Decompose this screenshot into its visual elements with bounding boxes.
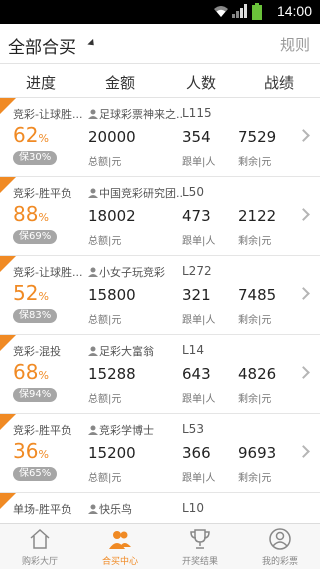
- guarantee-badge: 保30%: [13, 151, 58, 165]
- progress-percent: 36%: [13, 439, 49, 463]
- remaining-amount: 7485: [238, 286, 277, 304]
- person-icon: [88, 346, 98, 356]
- total-amount: 18002: [88, 207, 136, 225]
- remaining-amount: 7529: [238, 128, 277, 146]
- unit-people: 跟单|人: [182, 394, 216, 405]
- user-icon: [269, 528, 291, 550]
- wifi-icon: [214, 6, 228, 17]
- unit-remain: 剩余|元: [238, 315, 272, 326]
- unit-people: 跟单|人: [182, 157, 216, 168]
- lottery-type: 竞彩-胜平负: [13, 187, 72, 200]
- initiator-name[interactable]: 快乐鸟: [88, 501, 182, 517]
- unit-people: 跟单|人: [182, 315, 216, 326]
- rules-button[interactable]: 规则: [280, 34, 310, 55]
- guarantee-badge: 保65%: [13, 467, 58, 481]
- person-icon: [88, 504, 98, 514]
- guarantee-badge: 保83%: [13, 309, 58, 323]
- user-level: L53: [182, 422, 204, 436]
- total-amount: 15800: [88, 286, 136, 304]
- unit-total: 总额|元: [88, 236, 122, 247]
- battery-icon: [252, 3, 262, 20]
- user-level: L10: [182, 501, 204, 515]
- follower-count: 473: [182, 207, 211, 225]
- person-icon: [88, 425, 98, 435]
- guarantee-badge: 保94%: [13, 388, 58, 402]
- list-item[interactable]: 竞彩-混投 68% 保94% 足彩大富翁 L14 15288 643 4826 …: [0, 335, 320, 414]
- remaining-amount: 9693: [238, 444, 277, 462]
- progress-percent: 52%: [13, 281, 49, 305]
- list-item[interactable]: 竞彩-让球胜... 52% 保83% 小女子玩竞彩 L272 15800 321…: [0, 256, 320, 335]
- unit-remain: 剩余|元: [238, 157, 272, 168]
- follower-count: 366: [182, 444, 211, 462]
- chevron-right-icon[interactable]: [297, 208, 310, 221]
- follower-count: 321: [182, 286, 211, 304]
- follower-count: 354: [182, 128, 211, 146]
- initiator-name[interactable]: 足球彩票神来之...: [88, 106, 182, 122]
- chevron-right-icon[interactable]: [297, 366, 310, 379]
- user-level: L14: [182, 343, 204, 357]
- list-item[interactable]: 竞彩-让球胜... 62% 保30% 足球彩票神来之... L115 20000…: [0, 98, 320, 177]
- initiator-name[interactable]: 小女子玩竞彩: [88, 264, 182, 280]
- list-item[interactable]: 单场-胜平负 快乐鸟 L10: [0, 493, 320, 523]
- follower-count: 643: [182, 365, 211, 383]
- chevron-right-icon[interactable]: [297, 287, 310, 300]
- group-buy-list: 竞彩-让球胜... 62% 保30% 足球彩票神来之... L115 20000…: [0, 98, 320, 523]
- person-icon: [88, 109, 98, 119]
- lottery-type: 竞彩-胜平负: [13, 424, 72, 437]
- total-amount: 15288: [88, 365, 136, 383]
- bottom-tab-bar: 购彩大厅 合买中心 开奖结果 我的彩票: [0, 523, 320, 569]
- initiator-name[interactable]: 中国竞彩研究团...: [88, 185, 182, 201]
- status-time: 14:00: [276, 3, 312, 19]
- filter-dropdown-title[interactable]: 全部合买: [8, 33, 76, 58]
- tab-draw-results[interactable]: 开奖结果: [160, 524, 240, 569]
- unit-remain: 剩余|元: [238, 473, 272, 484]
- title-bar: 全部合买 规则: [0, 24, 320, 64]
- person-icon: [88, 188, 98, 198]
- remaining-amount: 4826: [238, 365, 277, 383]
- user-level: L50: [182, 185, 204, 199]
- unit-remain: 剩余|元: [238, 394, 272, 405]
- chevron-right-icon[interactable]: [297, 129, 310, 142]
- initiator-name[interactable]: 竞彩学博士: [88, 422, 182, 438]
- lottery-type: 竞彩-混投: [13, 345, 61, 358]
- users-icon: [109, 531, 131, 549]
- chevron-right-icon[interactable]: [297, 445, 310, 458]
- unit-total: 总额|元: [88, 315, 122, 326]
- progress-percent: 62%: [13, 123, 49, 147]
- person-icon: [88, 267, 98, 277]
- column-amount[interactable]: 金额: [105, 72, 135, 93]
- status-bar: 14:00: [0, 0, 320, 24]
- tab-group-buy-center[interactable]: 合买中心: [80, 524, 160, 569]
- unit-total: 总额|元: [88, 473, 122, 484]
- guarantee-badge: 保69%: [13, 230, 58, 244]
- lottery-type: 单场-胜平负: [13, 503, 72, 516]
- column-header: 进度 金额 人数 战绩: [0, 64, 320, 98]
- unit-remain: 剩余|元: [238, 236, 272, 247]
- unit-total: 总额|元: [88, 157, 122, 168]
- list-item[interactable]: 竞彩-胜平负 88% 保69% 中国竞彩研究团... L50 18002 473…: [0, 177, 320, 256]
- column-people[interactable]: 人数: [186, 72, 216, 93]
- user-level: L115: [182, 106, 212, 120]
- initiator-name[interactable]: 足彩大富翁: [88, 343, 182, 359]
- column-progress[interactable]: 进度: [26, 72, 56, 93]
- user-level: L272: [182, 264, 212, 278]
- list-item[interactable]: 竞彩-胜平负 36% 保65% 竞彩学博士 L53 15200 366 9693…: [0, 414, 320, 493]
- progress-percent: 88%: [13, 202, 49, 226]
- home-icon: [30, 528, 50, 549]
- tab-my-lottery[interactable]: 我的彩票: [240, 524, 320, 569]
- dropdown-caret-icon[interactable]: [87, 38, 97, 49]
- total-amount: 15200: [88, 444, 136, 462]
- unit-total: 总额|元: [88, 394, 122, 405]
- signal-icon: [232, 4, 247, 18]
- column-record[interactable]: 战绩: [264, 72, 294, 93]
- trophy-icon: [190, 529, 210, 549]
- progress-percent: 68%: [13, 360, 49, 384]
- unit-people: 跟单|人: [182, 236, 216, 247]
- unit-people: 跟单|人: [182, 473, 216, 484]
- lottery-type: 竞彩-让球胜...: [13, 266, 83, 279]
- total-amount: 20000: [88, 128, 136, 146]
- remaining-amount: 2122: [238, 207, 277, 225]
- tab-lottery-hall[interactable]: 购彩大厅: [0, 524, 80, 569]
- lottery-type: 竞彩-让球胜...: [13, 108, 83, 121]
